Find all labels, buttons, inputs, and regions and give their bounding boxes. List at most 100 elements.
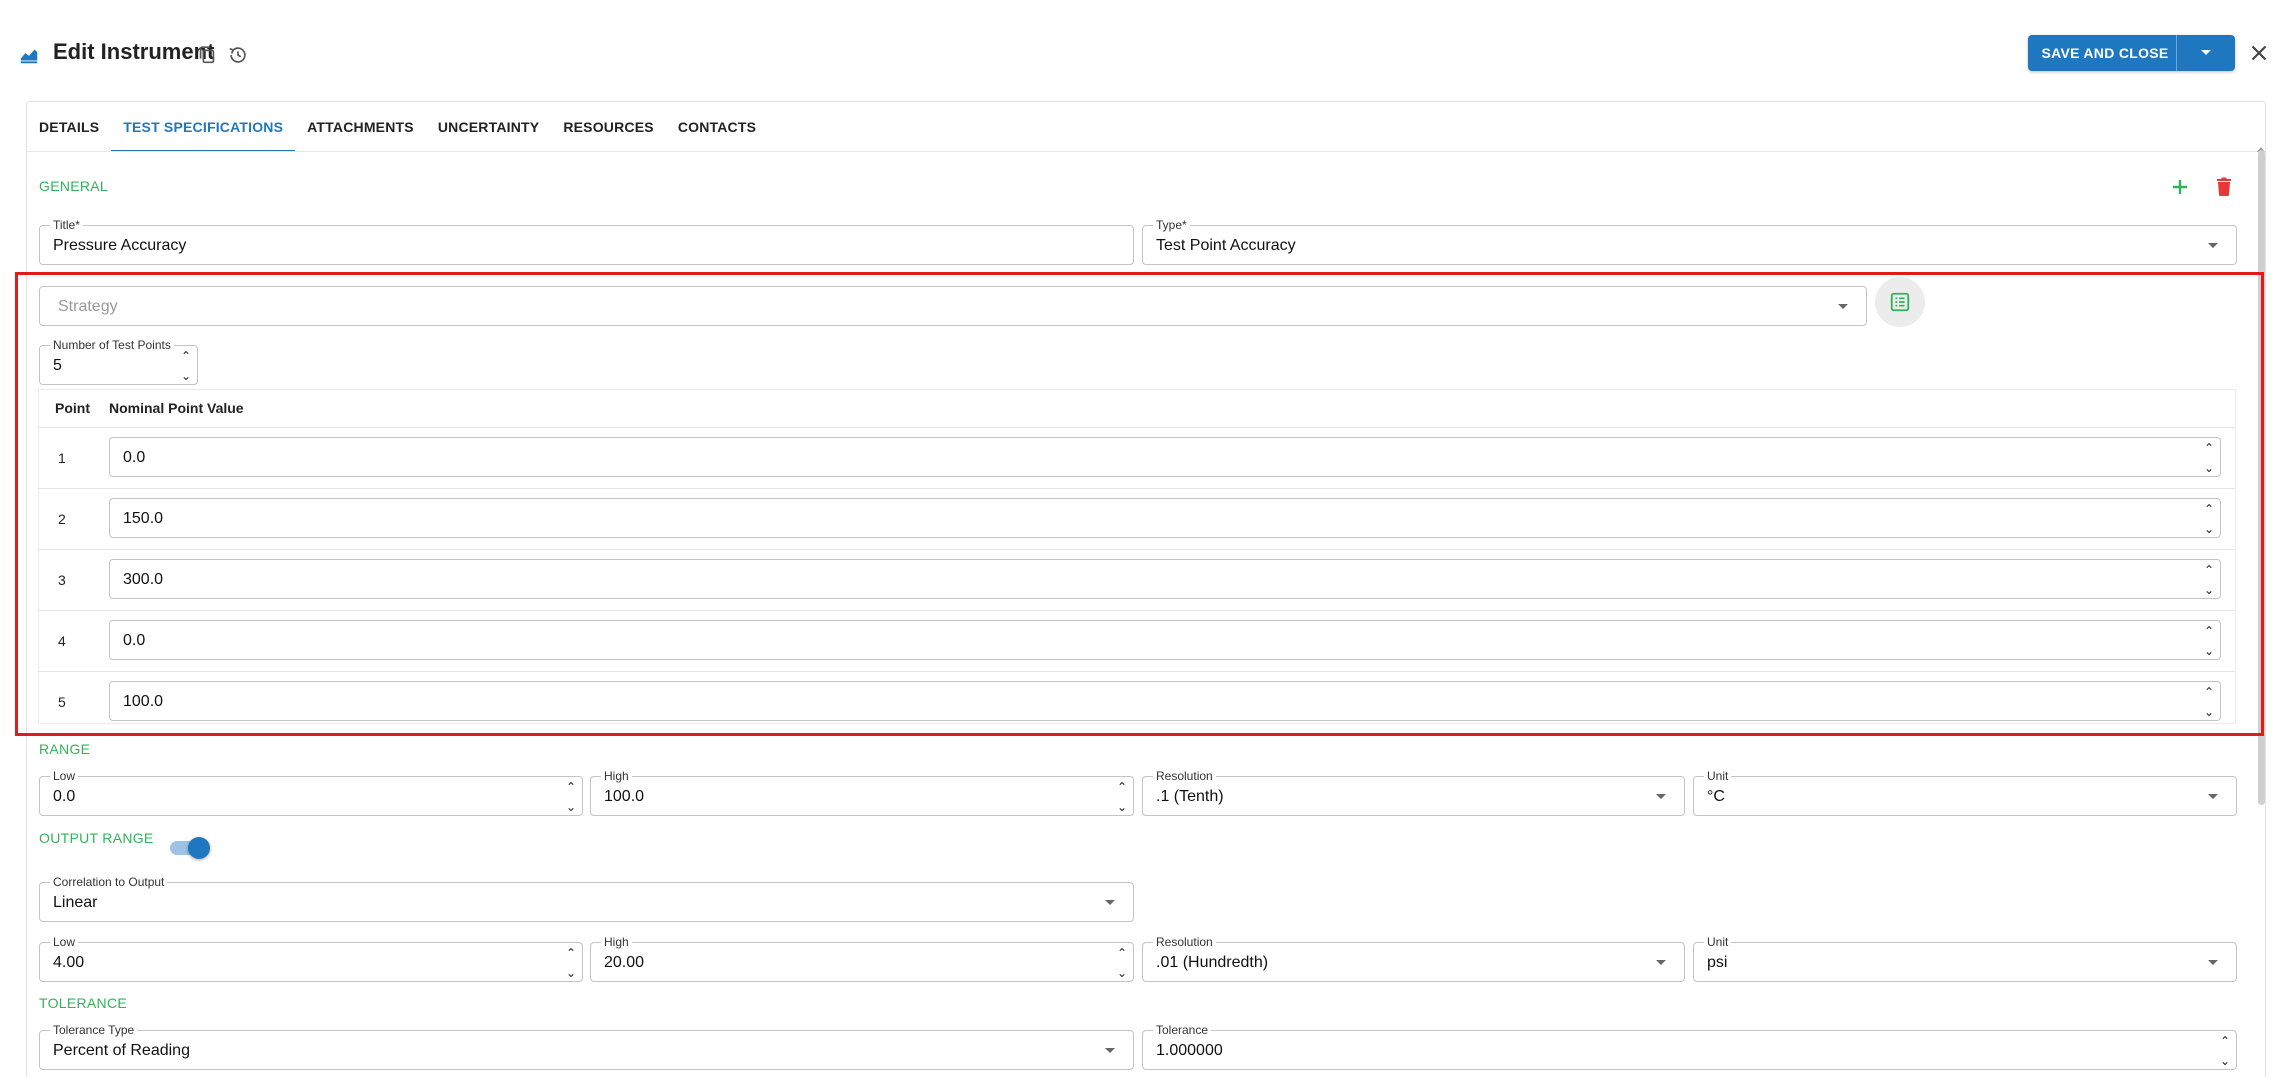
section-tolerance: TOLERANCE (39, 995, 128, 1011)
nominal-value: 150.0 (123, 510, 164, 527)
range-high-value: 100.0 (604, 788, 645, 805)
output-resolution-select[interactable]: Resolution .01 (Hundredth) (1142, 935, 1685, 982)
tab-bar: DETAILS TEST SPECIFICATIONS ATTACHMENTS … (27, 102, 768, 152)
chevron-down-icon[interactable]: ⌄ (2220, 1054, 2230, 1068)
nominal-value: 0.0 (123, 632, 146, 649)
chevron-up-icon[interactable]: ⌃ (2204, 563, 2214, 577)
strategy-table-button[interactable] (1875, 277, 1925, 327)
output-high-label: High (601, 935, 632, 949)
tab-attachments[interactable]: ATTACHMENTS (295, 102, 426, 152)
chevron-down-icon[interactable]: ⌄ (2204, 705, 2214, 719)
tab-contacts[interactable]: CONTACTS (666, 102, 768, 152)
stepper-arrows[interactable]: ⌃ ⌄ (2202, 441, 2216, 475)
tab-test-specifications[interactable]: TEST SPECIFICATIONS (111, 102, 296, 152)
dropdown-arrow-icon (1656, 794, 1666, 799)
output-high-input[interactable]: High 20.00 ⌃ ⌄ (590, 935, 1134, 982)
chevron-down-icon[interactable]: ⌄ (2204, 583, 2214, 597)
dropdown-arrow-icon (2208, 794, 2218, 799)
dropdown-arrow-icon (2208, 243, 2218, 248)
chevron-down-icon[interactable]: ⌄ (2204, 644, 2214, 658)
chevron-down-icon[interactable]: ⌄ (2204, 522, 2214, 536)
chevron-down-icon[interactable]: ⌄ (2204, 461, 2214, 475)
chevron-up-icon[interactable]: ⌃ (2204, 624, 2214, 638)
range-unit-select[interactable]: Unit °C (1693, 769, 2237, 816)
stepper-arrows[interactable]: ⌃ ⌄ (564, 946, 578, 980)
chevron-up-icon[interactable]: ⌃ (2220, 1034, 2230, 1048)
chevron-down-icon[interactable]: ⌄ (181, 369, 191, 383)
row-divider (39, 671, 2235, 672)
section-output-range: OUTPUT RANGE (39, 830, 154, 846)
stepper-arrows[interactable]: ⌃ ⌄ (179, 349, 193, 383)
nominal-value-input[interactable]: 100.0 ⌃ ⌄ (109, 681, 2221, 721)
chevron-up-icon[interactable]: ⌃ (566, 946, 576, 960)
tolerance-type-select[interactable]: Tolerance Type Percent of Reading (39, 1023, 1134, 1070)
save-options-dropdown[interactable] (2177, 35, 2235, 71)
row-divider (39, 549, 2235, 550)
range-low-input[interactable]: Low 0.0 ⌃ ⌄ (39, 769, 583, 816)
history-icon[interactable] (227, 44, 249, 66)
output-range-toggle-thumb[interactable] (188, 837, 210, 859)
stepper-arrows[interactable]: ⌃ ⌄ (2218, 1034, 2232, 1068)
tolerance-input[interactable]: Tolerance 1.000000 ⌃ ⌄ (1142, 1023, 2237, 1070)
nominal-value-input[interactable]: 150.0 ⌃ ⌄ (109, 498, 2221, 538)
point-number: 1 (58, 450, 66, 466)
column-header-nominal-point-value: Nominal Point Value (109, 400, 244, 416)
type-select[interactable]: Type* Test Point Accuracy (1142, 218, 2237, 265)
title-field[interactable]: Title* Pressure Accuracy (39, 218, 1134, 265)
range-unit-label: Unit (1704, 769, 1732, 783)
range-resolution-value: .1 (Tenth) (1156, 788, 1224, 805)
section-general: GENERAL (39, 178, 109, 194)
output-low-label: Low (50, 935, 79, 949)
tab-uncertainty[interactable]: UNCERTAINTY (426, 102, 552, 152)
tab-details[interactable]: DETAILS (27, 102, 111, 152)
stepper-arrows[interactable]: ⌃ ⌄ (1115, 780, 1129, 814)
chevron-up-icon[interactable]: ⌃ (2204, 441, 2214, 455)
stepper-arrows[interactable]: ⌃ ⌄ (564, 780, 578, 814)
delete-icon[interactable] (2212, 175, 2236, 199)
range-high-label: High (601, 769, 632, 783)
stepper-arrows[interactable]: ⌃ ⌄ (2202, 685, 2216, 719)
correlation-to-output-select[interactable]: Correlation to Output Linear (39, 875, 1134, 922)
stepper-arrows[interactable]: ⌃ ⌄ (1115, 946, 1129, 980)
output-low-input[interactable]: Low 4.00 ⌃ ⌄ (39, 935, 583, 982)
title-field-value: Pressure Accuracy (53, 237, 187, 254)
nominal-value-input[interactable]: 300.0 ⌃ ⌄ (109, 559, 2221, 599)
chevron-down-icon[interactable]: ⌄ (1117, 800, 1127, 814)
strategy-select[interactable]: Strategy (39, 286, 1867, 326)
range-high-input[interactable]: High 100.0 ⌃ ⌄ (590, 769, 1134, 816)
add-icon[interactable] (2168, 175, 2192, 199)
tolerance-type-value: Percent of Reading (53, 1042, 190, 1059)
tolerance-label: Tolerance (1153, 1023, 1212, 1037)
chevron-down-icon[interactable]: ⌄ (566, 966, 576, 980)
chevron-up-icon[interactable]: ⌃ (2204, 502, 2214, 516)
range-resolution-select[interactable]: Resolution .1 (Tenth) (1142, 769, 1685, 816)
output-resolution-label: Resolution (1153, 935, 1216, 949)
output-unit-select[interactable]: Unit psi (1693, 935, 2237, 982)
nominal-value-input[interactable]: 0.0 ⌃ ⌄ (109, 620, 2221, 660)
tab-resources[interactable]: RESOURCES (551, 102, 665, 152)
chevron-up-icon[interactable]: ⌃ (2204, 685, 2214, 699)
stepper-arrows[interactable]: ⌃ ⌄ (2202, 624, 2216, 658)
chevron-up-icon[interactable]: ⌃ (1117, 780, 1127, 794)
copy-icon[interactable] (196, 44, 218, 66)
output-unit-value: psi (1707, 954, 1728, 971)
close-icon[interactable] (2246, 40, 2272, 66)
stepper-arrows[interactable]: ⌃ ⌄ (2202, 502, 2216, 536)
stepper-arrows[interactable]: ⌃ ⌄ (2202, 563, 2216, 597)
column-header-point: Point (55, 400, 90, 416)
chevron-up-icon[interactable]: ⌃ (181, 349, 191, 363)
range-unit-value: °C (1707, 788, 1725, 805)
output-unit-label: Unit (1704, 935, 1732, 949)
dropdown-arrow-icon (1105, 900, 1115, 905)
type-select-label: Type* (1153, 218, 1190, 232)
chevron-up-icon[interactable]: ⌃ (566, 780, 576, 794)
save-and-close-button[interactable]: SAVE AND CLOSE (2028, 35, 2235, 71)
nominal-value-input[interactable]: 0.0 ⌃ ⌄ (109, 437, 2221, 477)
chevron-up-icon[interactable]: ⌃ (1117, 946, 1127, 960)
nominal-value: 0.0 (123, 449, 146, 466)
chevron-down-icon[interactable]: ⌄ (1117, 966, 1127, 980)
chevron-down-icon[interactable]: ⌄ (566, 800, 576, 814)
number-of-test-points-stepper[interactable]: Number of Test Points 5 ⌃ ⌄ (39, 338, 198, 385)
dropdown-arrow-icon (1656, 960, 1666, 965)
correlation-to-output-label: Correlation to Output (50, 875, 168, 889)
